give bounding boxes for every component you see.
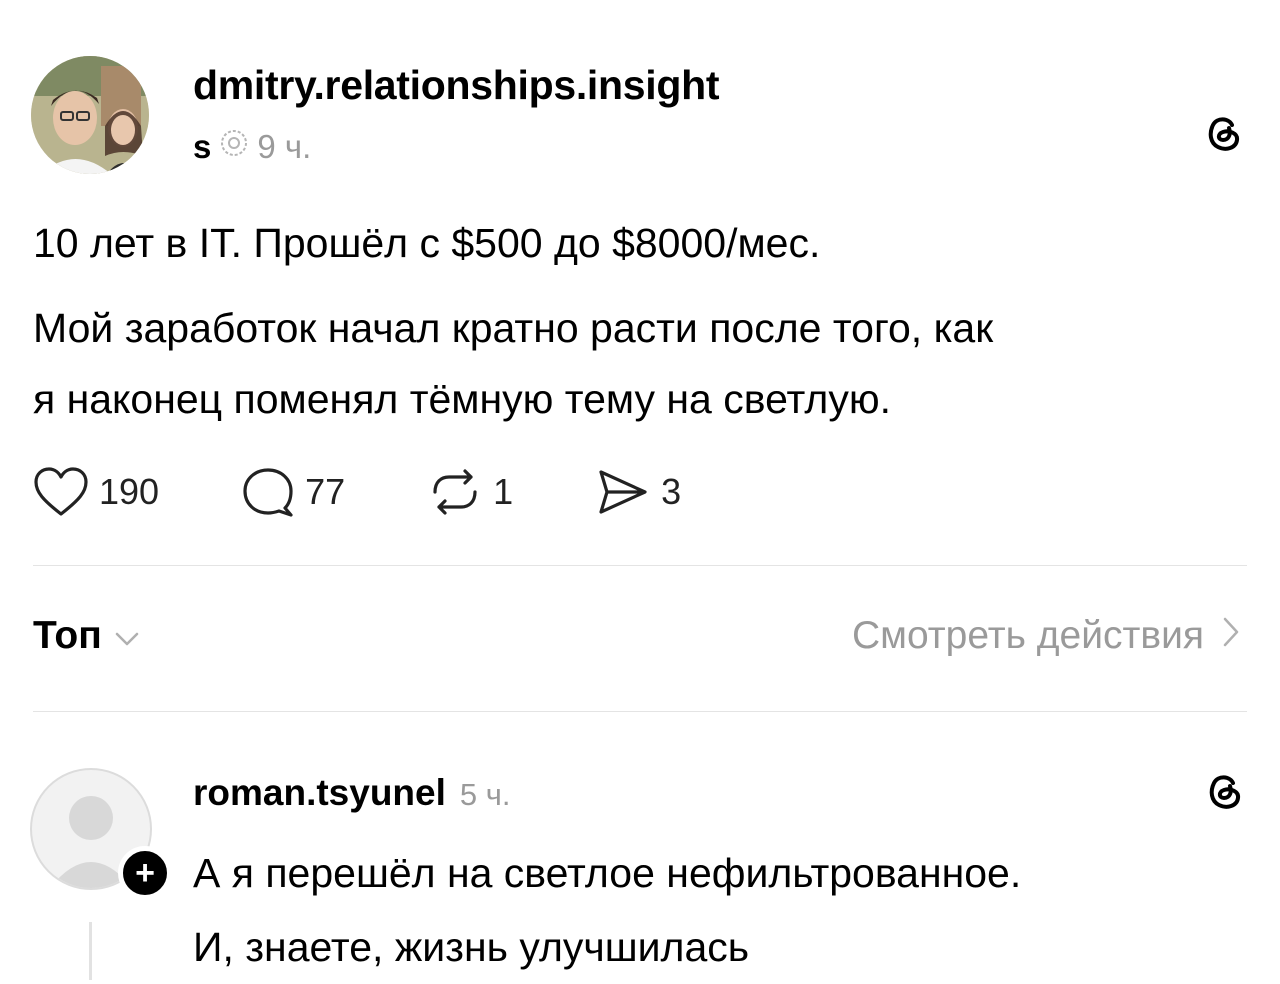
like-button[interactable]: 190 — [33, 466, 159, 518]
repost-icon — [427, 466, 483, 518]
divider-bottom — [33, 711, 1247, 712]
comment-button[interactable]: 77 — [241, 466, 345, 518]
author-avatar[interactable] — [31, 56, 149, 174]
comment-threads-logo-icon[interactable] — [1203, 768, 1247, 817]
share-button[interactable]: 3 — [595, 466, 681, 518]
post-text-body: Мой заработок начал кратно расти после т… — [33, 293, 993, 435]
chevron-right-icon — [1222, 614, 1240, 658]
chevron-down-icon — [114, 614, 140, 658]
sort-label: Топ — [33, 614, 102, 657]
comment-text-line2: И, знаете, жизнь улучшилась — [193, 924, 750, 970]
comment-text: А я перешёл на светлое нефильтрованное. … — [193, 836, 1021, 984]
comment-username[interactable]: roman.tsyunel — [193, 772, 446, 814]
comment-header: roman.tsyunel 5 ч. — [193, 772, 511, 814]
divider-top — [33, 565, 1247, 566]
threads-logo-icon[interactable] — [1202, 110, 1246, 159]
thread-line — [89, 922, 92, 980]
badge-letter: s — [193, 128, 212, 165]
heart-icon — [33, 466, 89, 518]
send-icon — [595, 466, 651, 518]
comment-bubble-icon — [241, 466, 295, 518]
sort-dropdown[interactable]: Топ — [33, 614, 140, 658]
post-text-line1: 10 лет в IT. Прошёл с $500 до $8000/мес. — [33, 220, 821, 266]
post-text-line3: я наконец поменял тёмную тему на светлую… — [33, 376, 891, 422]
comment-count: 77 — [305, 471, 346, 512]
post-text-line2: Мой заработок начал кратно расти после т… — [33, 305, 994, 351]
repost-button[interactable]: 1 — [427, 466, 513, 518]
comment-text-line1: А я перешёл на светлое нефильтрованное. — [193, 850, 1022, 896]
post-actions: 190 77 1 3 — [33, 464, 681, 520]
view-activity-link[interactable]: Смотреть действия — [852, 614, 1240, 658]
verified-spiral-icon — [219, 128, 249, 166]
comment-avatar[interactable]: + — [30, 768, 172, 900]
comment-time: 5 ч. — [459, 777, 511, 812]
post-time: 9 ч. — [257, 128, 312, 165]
view-activity-label: Смотреть действия — [852, 614, 1204, 657]
follow-plus-icon[interactable]: + — [118, 846, 172, 900]
like-count: 190 — [99, 471, 160, 512]
post-meta: s 9 ч. — [193, 128, 311, 166]
share-count: 3 — [661, 471, 682, 512]
avatar-photo — [31, 56, 149, 174]
repost-count: 1 — [493, 471, 514, 512]
post-username[interactable]: dmitry.relationships.insight — [193, 62, 719, 109]
